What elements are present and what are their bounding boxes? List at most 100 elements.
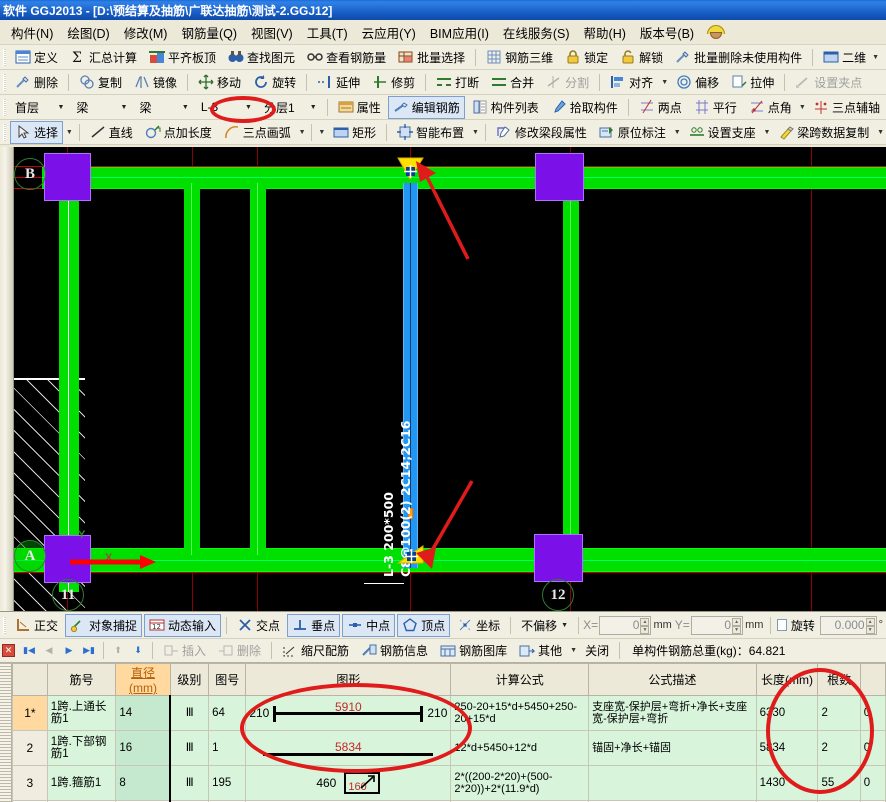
formula-cell[interactable]: 250-20+15*d+5450+250-20+15*d: [450, 695, 590, 731]
menu-item-modify[interactable]: 修改(M): [117, 20, 175, 45]
select-caret[interactable]: ▼: [64, 124, 75, 140]
view-rebar-qty-button[interactable]: 查看钢筋量: [302, 46, 391, 69]
extra-cell[interactable]: 0: [859, 765, 886, 801]
in-situ-label-button[interactable]: 原位标注: [594, 121, 671, 144]
stretch-button[interactable]: 拉伸: [726, 71, 779, 94]
hard-hat-icon[interactable]: [707, 24, 726, 40]
rotate-checkbox[interactable]: [777, 619, 787, 631]
shape-cell[interactable]: 460 160: [245, 765, 452, 801]
batch-select-button[interactable]: 批量选择: [393, 46, 470, 69]
edit-rebar-button[interactable]: 编辑钢筋: [387, 95, 465, 119]
grade-cell[interactable]: Ⅲ: [169, 730, 210, 766]
shape-header[interactable]: 图形: [245, 663, 452, 696]
point-angle-caret[interactable]: ▼: [798, 99, 807, 115]
summary-calc-button[interactable]: Σ 汇总计算: [65, 46, 142, 69]
set-support-caret[interactable]: ▼: [762, 124, 773, 140]
point-angle-button[interactable]: 点角: [744, 96, 797, 119]
draw-more-caret[interactable]: ▼: [316, 124, 327, 140]
menu-item-view[interactable]: 视图(V): [244, 20, 300, 45]
column-top-right[interactable]: [535, 153, 584, 201]
column-top-left[interactable]: [44, 153, 91, 201]
chevron-down-icon[interactable]: ▼: [53, 99, 68, 116]
rebar-number-cell[interactable]: 1跨.下部钢筋1: [46, 730, 117, 766]
pick-member-button[interactable]: 拾取构件: [546, 96, 623, 119]
cad-drawing[interactable]: B A 11 12 Y X L-3 200*500 C8@100(2) 2C14: [14, 147, 886, 611]
length-cell[interactable]: 1430: [755, 765, 819, 801]
intersection-snap-button[interactable]: 交点: [232, 614, 285, 637]
rotate-button[interactable]: 旋转: [248, 71, 301, 94]
scale-rebar-button[interactable]: 缩尺配筋: [277, 639, 354, 662]
grade-cell[interactable]: Ⅲ: [169, 695, 210, 731]
mirror-button[interactable]: 镜像: [129, 71, 182, 94]
chevron-down-icon[interactable]: ▼: [241, 99, 256, 116]
menu-item-bim[interactable]: BIM应用(I): [423, 20, 496, 45]
menu-item-help[interactable]: 帮助(H): [577, 20, 633, 45]
formula-header[interactable]: 计算公式: [450, 663, 590, 696]
beam-vertical-3[interactable]: [250, 183, 266, 555]
move-button[interactable]: 移动: [193, 71, 246, 94]
y-spinner[interactable]: ▲ ▼: [732, 617, 742, 634]
chevron-down-icon[interactable]: ▼: [116, 99, 131, 116]
set-grip-button[interactable]: 设置夹点: [790, 71, 867, 94]
shape-cell[interactable]: 5834: [245, 730, 452, 766]
trim-button[interactable]: 修剪: [367, 71, 420, 94]
formula-desc-cell[interactable]: [588, 765, 757, 801]
parallel-button[interactable]: 平行: [689, 96, 742, 119]
grade-header[interactable]: 级别: [169, 663, 210, 696]
rebar-number-cell[interactable]: 1跨.上通长筋1: [46, 695, 117, 731]
floor-combo[interactable]: 首层 ▼: [11, 98, 68, 117]
drawing-number-cell[interactable]: 64: [208, 695, 247, 731]
x-spinner[interactable]: ▲ ▼: [640, 617, 650, 634]
diameter-cell[interactable]: 16: [115, 730, 172, 766]
shape-cell[interactable]: 210 5910 210: [245, 695, 452, 731]
define-button[interactable]: 定义: [10, 46, 63, 69]
lock-button[interactable]: 锁定: [560, 46, 613, 69]
type-combo[interactable]: 梁 ▼: [135, 98, 192, 117]
align-button[interactable]: 对齐: [605, 71, 658, 94]
rebar-library-button[interactable]: 钢筋图库: [435, 639, 512, 662]
coordinate-snap-button[interactable]: 坐标: [452, 614, 505, 637]
top-view-button[interactable]: 俯视: [880, 46, 886, 69]
diameter-header[interactable]: 直径(mm): [115, 663, 171, 696]
first-record-button[interactable]: ▮◀: [20, 642, 38, 660]
length-cell[interactable]: 5834: [755, 730, 819, 766]
table-row[interactable]: 2 1跨.下部钢筋1 16 Ⅲ 1 5834 12*d+5450+12*d 锚固…: [12, 730, 886, 766]
formula-desc-cell[interactable]: 支座宽-保护层+弯折+净长+支座宽-保护层+弯折: [588, 695, 757, 731]
toolbar-grip[interactable]: [3, 73, 6, 91]
merge-button[interactable]: 合并: [486, 71, 539, 94]
member-combo[interactable]: L-3 ▼: [197, 98, 256, 117]
count-header[interactable]: 根数: [817, 663, 861, 696]
three-point-arc-caret[interactable]: ▼: [297, 124, 308, 140]
column-bottom-right[interactable]: [534, 534, 583, 582]
rebar-number-header[interactable]: 筋号: [46, 663, 117, 696]
beam-vertical-2[interactable]: [184, 183, 200, 555]
vertex-snap-button[interactable]: 顶点: [397, 613, 451, 637]
select-button[interactable]: 选择: [10, 120, 64, 144]
edit-beam-segment-button[interactable]: 修改梁段属性: [491, 121, 592, 144]
member-list-button[interactable]: 构件列表: [467, 96, 544, 119]
diameter-cell[interactable]: 14: [115, 695, 172, 731]
menu-item-components[interactable]: 构件(N): [4, 20, 60, 45]
delete-button[interactable]: 删除: [10, 71, 63, 94]
menu-item-cloud[interactable]: 云应用(Y): [355, 20, 423, 45]
chevron-down-icon[interactable]: ▼: [306, 99, 321, 116]
ortho-button[interactable]: 正交: [10, 614, 63, 637]
prev-record-button[interactable]: ◀: [40, 642, 58, 660]
extend-button[interactable]: 延伸: [312, 71, 365, 94]
rotate-spinner[interactable]: ▲ ▼: [865, 617, 875, 634]
object-snap-button[interactable]: 对象捕捉: [65, 613, 143, 637]
menu-item-tools[interactable]: 工具(T): [300, 20, 355, 45]
align-slab-top-button[interactable]: 平齐板顶: [144, 46, 221, 69]
row-index[interactable]: 1*: [12, 695, 48, 731]
formula-cell[interactable]: 12*d+5450+12*d: [450, 730, 590, 766]
move-up-button[interactable]: ⬆: [109, 642, 127, 660]
beam-span-copy-button[interactable]: 梁跨数据复制: [773, 121, 874, 144]
2d-view-caret[interactable]: ▼: [872, 49, 879, 65]
split-button[interactable]: 分割: [541, 71, 594, 94]
midpoint-snap-button[interactable]: 中点: [342, 613, 396, 637]
unlock-button[interactable]: 解锁: [615, 46, 668, 69]
chevron-down-icon[interactable]: ▼: [178, 99, 193, 116]
toolbar-grip[interactable]: [3, 123, 6, 141]
batch-delete-unused-button[interactable]: 批量删除未使用构件: [670, 46, 807, 69]
row-index[interactable]: 2: [12, 730, 48, 766]
